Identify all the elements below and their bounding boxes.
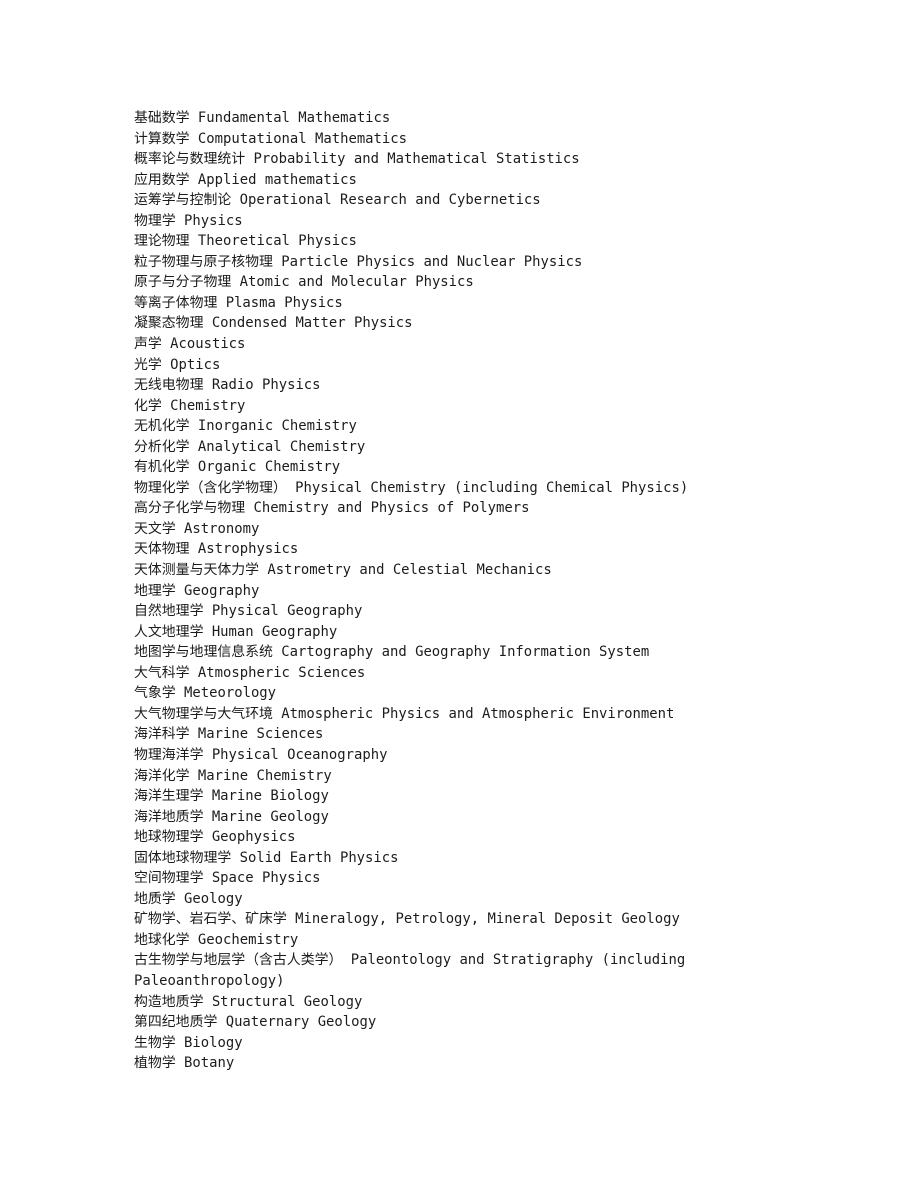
discipline-line: 应用数学 Applied mathematics	[134, 171, 357, 188]
discipline-line: 古生物学与地层学（含古人类学） Paleontology and Stratig…	[134, 952, 686, 989]
discipline-line: 人文地理学 Human Geography	[134, 623, 338, 640]
discipline-line: 地质学 Geology	[134, 890, 243, 907]
discipline-line: 天文学 Astronomy	[134, 520, 260, 537]
discipline-line: 运筹学与控制论 Operational Research and Cyberne…	[134, 192, 541, 209]
discipline-line: 基础数学 Fundamental Mathematics	[134, 110, 391, 126]
discipline-line: 固体地球物理学 Solid Earth Physics	[134, 849, 399, 866]
discipline-line: 有机化学 Organic Chemistry	[134, 459, 341, 476]
discipline-line: 分析化学 Analytical Chemistry	[134, 438, 366, 455]
discipline-line: 生物学 Biology	[134, 1034, 243, 1051]
discipline-line: 海洋地质学 Marine Geology	[134, 808, 329, 825]
discipline-line: 构造地质学 Structural Geology	[134, 993, 363, 1010]
discipline-line: 地理学 Geography	[134, 582, 260, 599]
discipline-line: 矿物学、岩石学、矿床学 Mineralogy, Petrology, Miner…	[134, 911, 680, 928]
discipline-line: 空间物理学 Space Physics	[134, 870, 321, 887]
discipline-line: 气象学 Meteorology	[134, 685, 277, 702]
document-page: 基础数学 Fundamental Mathematics 计算数学 Computa…	[0, 0, 920, 1191]
discipline-line: 计算数学 Computational Mathematics	[134, 130, 407, 147]
discipline-line: 理论物理 Theoretical Physics	[134, 233, 357, 250]
discipline-line: 第四纪地质学 Quaternary Geology	[134, 1014, 377, 1031]
discipline-line: 原子与分子物理 Atomic and Molecular Physics	[134, 274, 474, 291]
discipline-line: 化学 Chemistry	[134, 397, 246, 414]
discipline-line: 植物学 Botany	[134, 1055, 235, 1072]
discipline-line: 等离子体物理 Plasma Physics	[134, 294, 343, 311]
discipline-line: 无线电物理 Radio Physics	[134, 377, 321, 394]
discipline-line: 大气物理学与大气环境 Atmospheric Physics and Atmos…	[134, 705, 675, 722]
discipline-line: 大气科学 Atmospheric Sciences	[134, 664, 366, 681]
discipline-line: 声学 Acoustics	[134, 336, 246, 353]
discipline-line: 自然地理学 Physical Geography	[134, 603, 363, 620]
discipline-line: 高分子化学与物理 Chemistry and Physics of Polyme…	[134, 500, 530, 517]
discipline-line: 粒子物理与原子核物理 Particle Physics and Nuclear …	[134, 253, 583, 270]
discipline-line: 海洋科学 Marine Sciences	[134, 726, 324, 743]
discipline-line: 物理海洋学 Physical Oceanography	[134, 746, 388, 763]
discipline-line: 地球物理学 Geophysics	[134, 829, 296, 846]
discipline-line: 海洋生理学 Marine Biology	[134, 788, 329, 805]
discipline-line: 光学 Optics	[134, 356, 221, 373]
discipline-line: 天体测量与天体力学 Astrometry and Celestial Mecha…	[134, 562, 552, 579]
discipline-line: 地图学与地理信息系统 Cartography and Geography Inf…	[134, 644, 650, 661]
discipline-line: 概率论与数理统计 Probability and Mathematical St…	[134, 151, 580, 168]
discipline-line: 无机化学 Inorganic Chemistry	[134, 418, 357, 435]
discipline-line: 海洋化学 Marine Chemistry	[134, 767, 332, 784]
discipline-line: 凝聚态物理 Condensed Matter Physics	[134, 315, 413, 332]
discipline-line: 地球化学 Geochemistry	[134, 931, 299, 948]
discipline-list: 基础数学 Fundamental Mathematics 计算数学 Computa…	[134, 108, 768, 1074]
discipline-line: 天体物理 Astrophysics	[134, 541, 299, 558]
discipline-line: 物理学 Physics	[134, 212, 243, 229]
discipline-line: 物理化学（含化学物理） Physical Chemistry (includin…	[134, 479, 689, 496]
